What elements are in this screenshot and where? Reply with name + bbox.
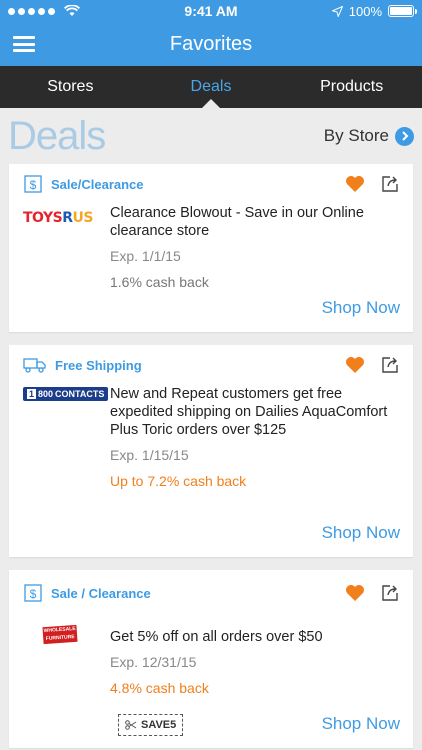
deal-info: Get 5% off on all orders over $50 Exp. 1… — [107, 628, 399, 696]
deal-description: Get 5% off on all orders over $50 — [110, 629, 323, 645]
cash-back: Up to 7.2% cash back — [110, 473, 247, 489]
signal-dot-icon — [8, 7, 15, 15]
contacts-logo: 1 800 CONTACTS — [23, 387, 109, 401]
page-title: Favorites — [169, 32, 253, 55]
favorite-heart-icon[interactable] — [345, 584, 365, 602]
favorite-heart-icon[interactable] — [345, 175, 365, 193]
deal-type-label: Sale / Clearance — [51, 585, 151, 601]
tab-stores[interactable]: Stores — [0, 66, 141, 108]
deal-card: $ Sale/Clearance TOYSRUS Clearance Blowo… — [9, 164, 413, 332]
by-store-button[interactable]: By Store — [324, 126, 414, 146]
location-arrow-icon — [331, 5, 343, 17]
svg-text:$: $ — [30, 587, 37, 601]
menu-icon[interactable] — [13, 36, 35, 52]
toysrus-logo: TOYSRUS — [23, 210, 93, 226]
battery-fill — [390, 7, 412, 15]
svg-text:$: $ — [30, 178, 37, 192]
section-title: Deals — [8, 113, 106, 158]
cash-back: 1.6% cash back — [110, 274, 209, 290]
deal-type-label: Free Shipping — [55, 357, 142, 373]
wifi-icon — [64, 5, 80, 16]
deal-expiry: Exp. 1/1/15 — [110, 248, 181, 264]
chevron-right-icon — [395, 126, 414, 146]
deal-card: $ Sale / Clearance WHOLESALE FURNITURE CL… — [9, 570, 413, 748]
deal-card-header: $ Sale/Clearance — [9, 164, 413, 204]
deal-card-body: 1 800 CONTACTS New and Repeat customers ge… — [9, 385, 413, 489]
battery-icon — [388, 5, 417, 17]
share-icon[interactable] — [381, 584, 399, 602]
truck-icon — [23, 355, 47, 375]
share-icon[interactable] — [381, 175, 399, 193]
deal-info: Clearance Blowout - Save in our Online c… — [107, 204, 399, 290]
signal-dot-icon — [28, 7, 35, 15]
wholesale-logo: WHOLESALE FURNITURE CLUB — [42, 624, 78, 650]
favorite-heart-icon[interactable] — [345, 356, 365, 374]
status-bar: 9:41 AM 100% — [0, 0, 422, 22]
store-logo: WHOLESALE FURNITURE CLUB — [23, 624, 107, 696]
shop-now-button[interactable]: Shop Now — [322, 298, 400, 318]
deal-type-label: Sale/Clearance — [51, 176, 144, 192]
store-logo: TOYSRUS — [23, 204, 107, 290]
tab-products[interactable]: Products — [281, 66, 422, 108]
app-header: 9:41 AM 100% Favorites — [0, 0, 422, 66]
by-store-label: By Store — [323, 126, 389, 145]
cash-back: 4.8% cash back — [110, 680, 209, 696]
status-right: 100% — [331, 3, 417, 19]
tab-deals[interactable]: Deals — [141, 66, 282, 108]
store-logo: 1 800 CONTACTS — [23, 385, 109, 489]
signal-dot-icon — [48, 7, 55, 15]
nav-bar: Favorites — [0, 22, 422, 66]
deal-card-body: WHOLESALE FURNITURE CLUB Get 5% off on al… — [9, 616, 413, 696]
coupon-code[interactable]: SAVE5 — [118, 714, 184, 736]
deal-description: New and Repeat customers get free expedi… — [110, 386, 388, 438]
signal-dot-icon — [38, 7, 45, 15]
section-header: Deals By Store — [0, 108, 422, 164]
dollar-icon: $ — [23, 583, 43, 603]
deal-expiry: Exp. 1/15/15 — [110, 447, 189, 463]
deal-card-header: Free Shipping — [9, 345, 413, 385]
share-icon[interactable] — [381, 356, 399, 374]
deal-card-body: TOYSRUS Clearance Blowout - Save in our … — [9, 204, 413, 290]
deal-info: New and Repeat customers get free expedi… — [107, 385, 399, 489]
deal-card-header: $ Sale / Clearance — [9, 570, 413, 616]
battery-percent: 100% — [348, 3, 382, 19]
signal-strength — [8, 5, 80, 17]
shop-now-button[interactable]: Shop Now — [322, 714, 400, 734]
tab-bar: Stores Deals Products — [0, 66, 422, 108]
signal-dot-icon — [18, 7, 25, 15]
scissors-icon — [125, 720, 137, 730]
deal-description: Clearance Blowout - Save in our Online c… — [110, 205, 364, 239]
deal-expiry: Exp. 12/31/15 — [110, 654, 197, 670]
coupon-code-label: SAVE5 — [141, 719, 177, 731]
deal-card: Free Shipping 1 800 CONTACTS New and Repea… — [9, 345, 413, 557]
dollar-icon: $ — [23, 174, 43, 194]
shop-now-button[interactable]: Shop Now — [322, 523, 400, 543]
